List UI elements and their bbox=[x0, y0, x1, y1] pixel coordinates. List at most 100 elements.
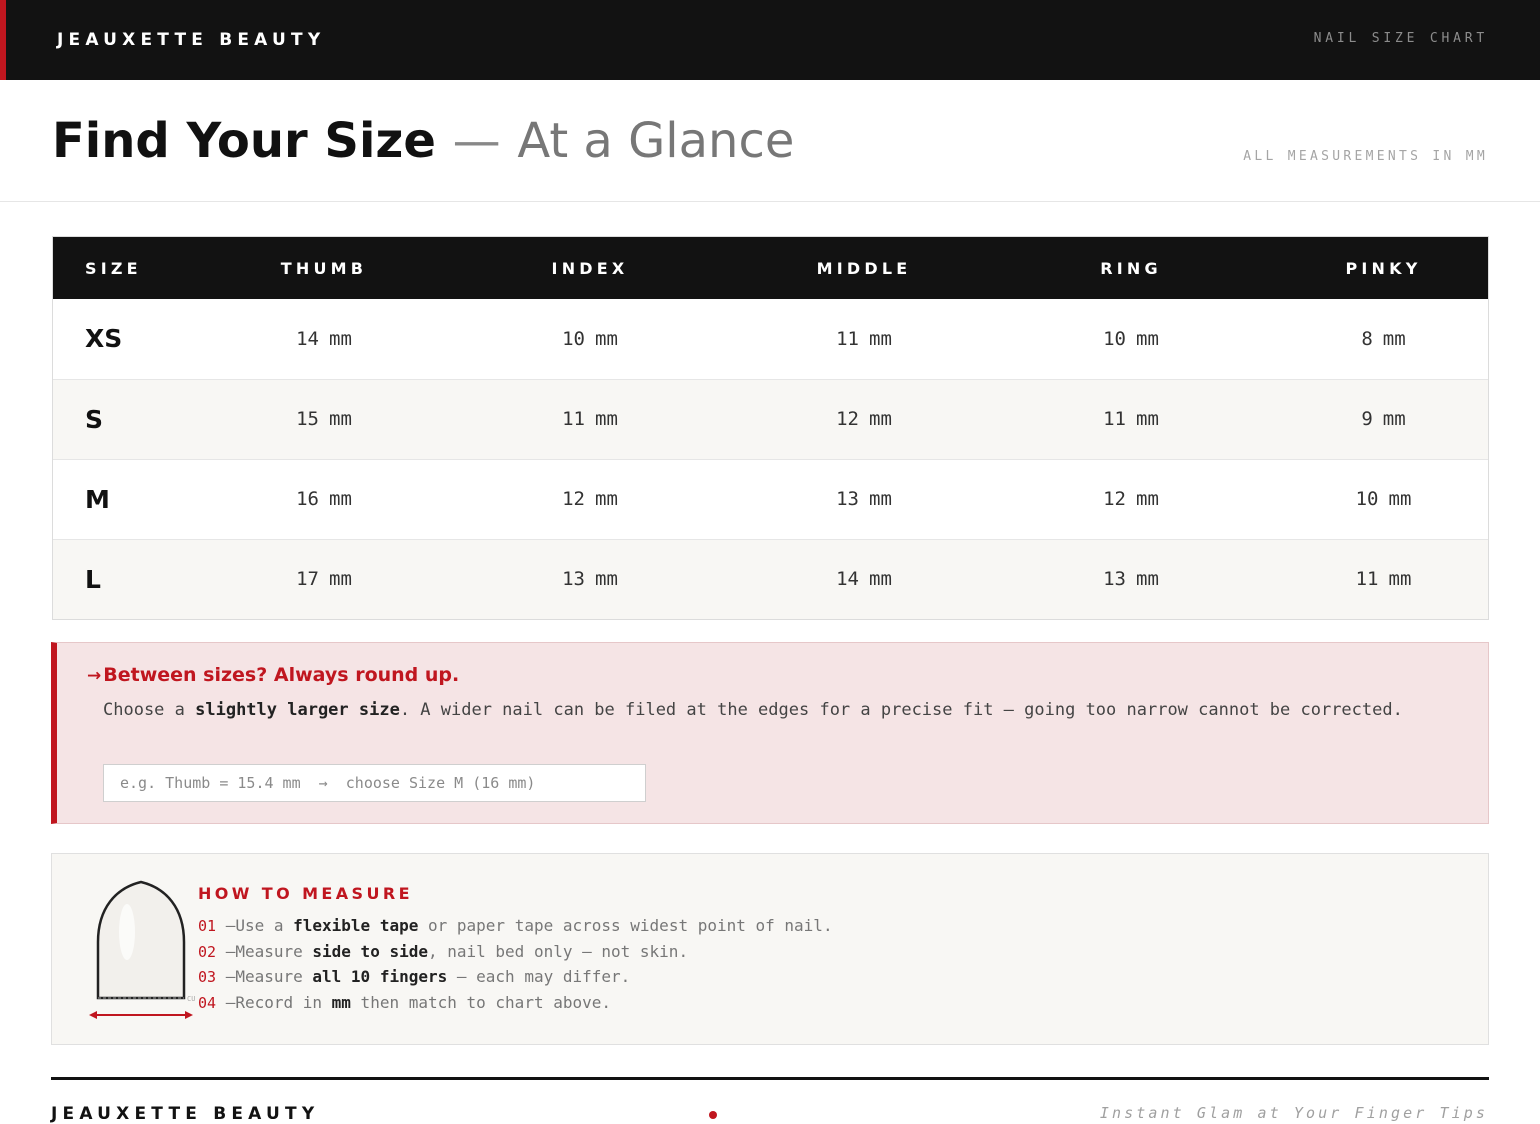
cell-value: 12 bbox=[562, 488, 585, 510]
column-header-thumb: THUMB bbox=[280, 258, 368, 278]
page-title-strong: Find Your Size bbox=[52, 113, 436, 169]
footer-divider bbox=[51, 1077, 1489, 1080]
step-text-before: Use a bbox=[235, 916, 294, 935]
table-row: L 17 mm 13 mm 14 mm 13 mm 11 mm bbox=[53, 538, 1488, 619]
how-to-measure-heading: HOW TO MEASURE bbox=[198, 884, 413, 903]
footer-brand: JEAUXETTE BEAUTY bbox=[51, 1104, 320, 1124]
title-divider bbox=[0, 201, 1540, 202]
tip-example-box: e.g. Thumb = 15.4 mm → choose Size M (16… bbox=[103, 764, 646, 802]
how-to-measure-panel: CU HOW TO MEASURE 01 —Use a flexible tap… bbox=[51, 853, 1489, 1045]
page-title-light: At a Glance bbox=[517, 113, 795, 169]
step-text-bold: all 10 fingers bbox=[312, 967, 448, 987]
tip-body-before: Choose a bbox=[103, 700, 196, 720]
cell-unit: mm bbox=[1136, 488, 1159, 510]
table-cell: 9 mm bbox=[1279, 378, 1488, 459]
size-label: S bbox=[53, 378, 213, 459]
cell-value: 13 bbox=[1103, 568, 1126, 591]
table-cell: 15 mm bbox=[213, 378, 435, 459]
cell-value: 10 bbox=[1355, 488, 1379, 510]
cell-unit: mm bbox=[1136, 568, 1159, 591]
cell-unit: mm bbox=[329, 568, 352, 591]
cell-unit: mm bbox=[1388, 488, 1412, 510]
cell-unit: mm bbox=[329, 327, 352, 350]
size-table: SIZE THUMB INDEX MIDDLE RING PINKY XS 14… bbox=[52, 236, 1489, 620]
table-cell: 16 mm bbox=[213, 458, 435, 539]
step-dash: — bbox=[216, 941, 236, 961]
table-cell: 11 mm bbox=[1279, 538, 1488, 619]
step-text-bold: side to side bbox=[312, 941, 428, 961]
step-text-after: then match to chart above. bbox=[350, 993, 612, 1013]
arrow-right-icon: → bbox=[87, 666, 102, 686]
cell-value: 11 bbox=[1355, 568, 1379, 591]
column-header-ring: RING bbox=[1100, 258, 1162, 278]
sizing-tip-callout: → Between sizes? Always round up. Choose … bbox=[51, 642, 1489, 824]
list-item: 03 —Measure all 10 fingers — each may di… bbox=[198, 967, 833, 993]
cell-value: 17 bbox=[296, 568, 319, 591]
cuticle-label: CU bbox=[187, 995, 195, 1003]
cell-unit: mm bbox=[329, 408, 352, 430]
cell-value: 13 bbox=[836, 488, 859, 510]
cell-unit: mm bbox=[595, 568, 618, 591]
size-label: L bbox=[53, 538, 213, 619]
table-header-row: SIZE THUMB INDEX MIDDLE RING PINKY bbox=[53, 237, 1488, 299]
step-number: 03 bbox=[198, 968, 217, 987]
nail-diagram-icon: CU bbox=[89, 880, 195, 1019]
cell-value: 10 bbox=[1103, 327, 1126, 350]
table-cell: 13 mm bbox=[983, 538, 1279, 619]
list-item: 02 —Measure side to side, nail bed only … bbox=[198, 942, 833, 968]
cell-unit: mm bbox=[1382, 408, 1406, 430]
step-text-before: Record in bbox=[235, 993, 332, 1013]
page-title: Find Your Size — At a Glance bbox=[52, 113, 794, 169]
brand-name: JEAUXETTE BEAUTY bbox=[57, 30, 326, 50]
table-cell: 11 mm bbox=[435, 378, 745, 459]
cell-value: 16 bbox=[296, 488, 319, 510]
table-cell: 10 mm bbox=[983, 299, 1279, 379]
cell-unit: mm bbox=[595, 488, 618, 510]
tip-heading: → Between sizes? Always round up. bbox=[87, 664, 459, 686]
cell-unit: mm bbox=[1136, 408, 1159, 430]
step-text-bold: flexible tape bbox=[293, 916, 419, 935]
cell-value: 10 bbox=[562, 327, 585, 350]
cell-unit: mm bbox=[869, 568, 892, 591]
step-text-after: or paper tape across widest point of nai… bbox=[418, 916, 833, 935]
table-cell: 17 mm bbox=[213, 538, 435, 619]
column-header-middle: MIDDLE bbox=[816, 258, 912, 278]
step-text-before: Measure bbox=[235, 941, 313, 961]
cell-value: 14 bbox=[836, 568, 859, 591]
column-header-index: INDEX bbox=[551, 258, 629, 278]
table-cell: 12 mm bbox=[745, 378, 983, 459]
table-cell: 13 mm bbox=[745, 458, 983, 539]
cell-unit: mm bbox=[1136, 327, 1159, 350]
cell-unit: mm bbox=[1388, 568, 1412, 591]
table-cell: 10 mm bbox=[1279, 458, 1488, 539]
top-bar: JEAUXETTE BEAUTY NAIL SIZE CHART bbox=[0, 0, 1540, 80]
step-dash: — bbox=[216, 967, 236, 987]
cell-unit: mm bbox=[595, 408, 618, 430]
table-cell: 13 mm bbox=[435, 538, 745, 619]
tip-body-after: . A wider nail can be filed at the edges… bbox=[399, 700, 1403, 720]
top-bar-accent bbox=[0, 0, 6, 80]
step-dash: — bbox=[216, 916, 236, 935]
step-text-after: , nail bed only — not skin. bbox=[427, 941, 689, 961]
table-row: S 15 mm 11 mm 12 mm 11 mm 9 mm bbox=[53, 378, 1488, 459]
cell-value: 15 bbox=[296, 408, 319, 430]
tip-body-emphasis: slightly larger size bbox=[195, 700, 400, 720]
table-cell: 8 mm bbox=[1279, 299, 1488, 379]
cell-value: 8 bbox=[1361, 327, 1373, 350]
tip-body: Choose a slightly larger size. A wider n… bbox=[103, 695, 1473, 726]
cell-value: 9 bbox=[1361, 408, 1373, 430]
size-label: M bbox=[53, 458, 213, 539]
table-cell: 14 mm bbox=[213, 299, 435, 379]
cell-unit: mm bbox=[869, 327, 892, 350]
footer-tagline: Instant Glam at Your Finger Tips bbox=[1099, 1104, 1488, 1122]
size-label: XS bbox=[85, 324, 123, 354]
table-row: M 16 mm 12 mm 13 mm 12 mm 10 mm bbox=[53, 458, 1488, 539]
cell-value: 14 bbox=[296, 327, 319, 350]
table-cell: 11 mm bbox=[983, 378, 1279, 459]
cell-unit: mm bbox=[1382, 327, 1406, 350]
table-cell: 11 mm bbox=[745, 299, 983, 379]
table-cell: 14 mm bbox=[745, 538, 983, 619]
footer-dot-icon bbox=[709, 1111, 717, 1119]
cell-value: 11 bbox=[562, 408, 585, 430]
step-number: 02 bbox=[198, 942, 217, 961]
